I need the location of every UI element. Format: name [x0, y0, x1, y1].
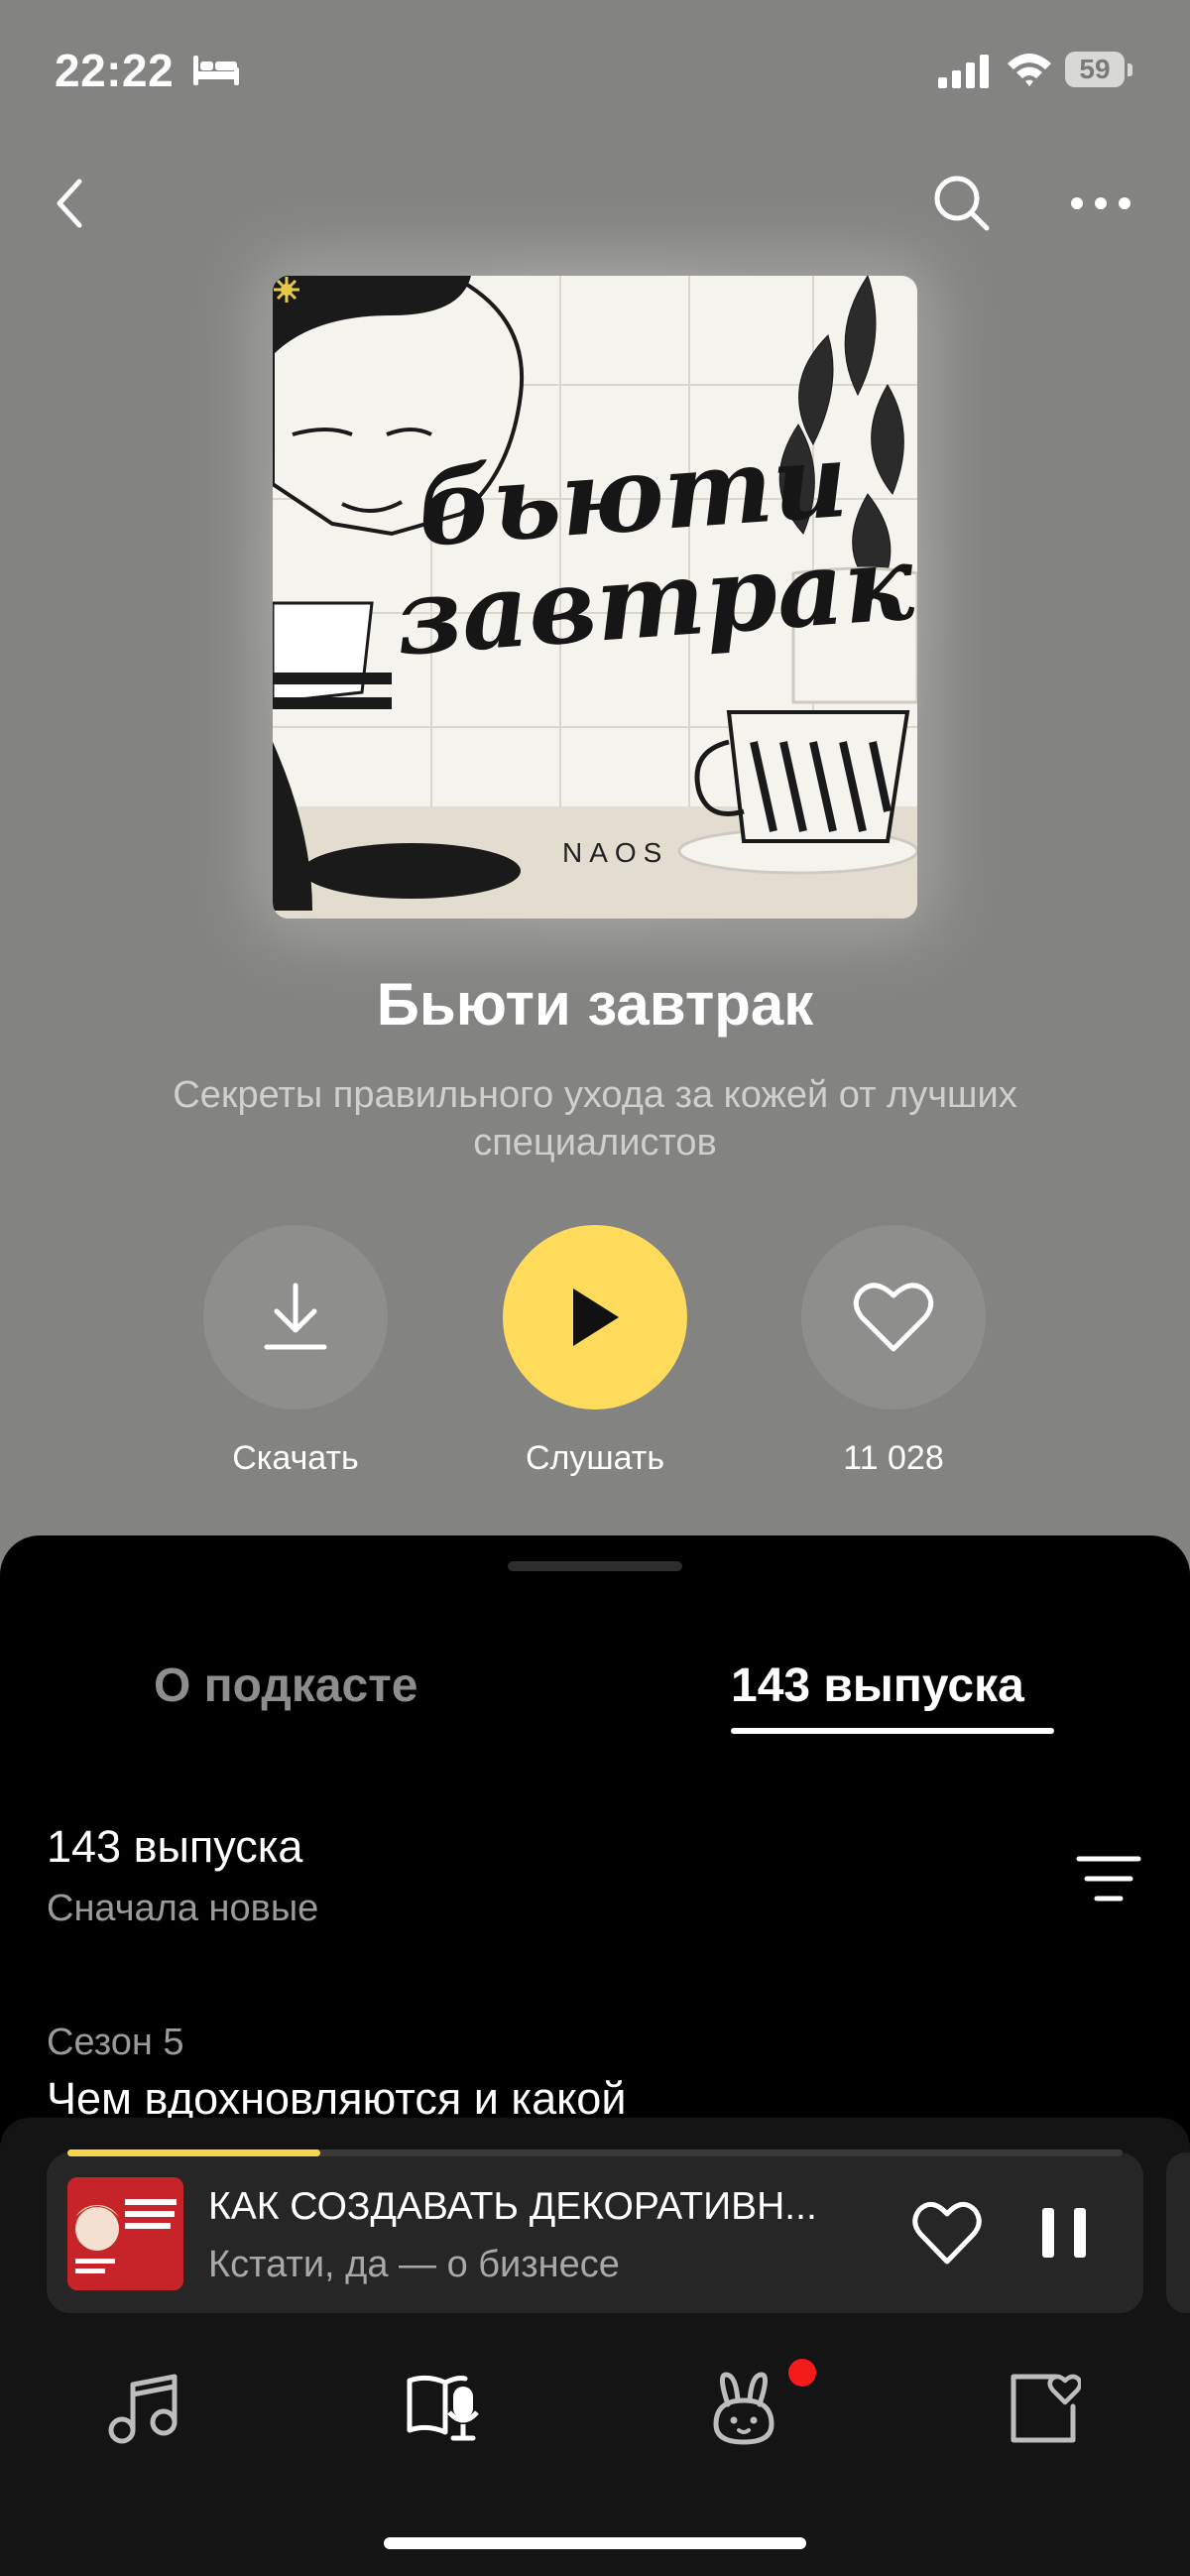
nav-kids[interactable] — [704, 2369, 783, 2448]
next-mini-player-peek[interactable] — [1166, 2152, 1190, 2313]
cellular-signal-icon — [938, 55, 989, 88]
battery-indicator: 59 — [1065, 52, 1136, 89]
pause-icon[interactable] — [1036, 2202, 1092, 2264]
cover-brand: NAOS — [562, 837, 669, 868]
mini-like-heart-icon[interactable] — [912, 2200, 982, 2266]
nav-collection[interactable] — [1004, 2369, 1083, 2448]
heart-outline-icon — [853, 1283, 934, 1352]
chevron-left-icon — [57, 179, 82, 228]
listen-button[interactable]: Слушать — [503, 1225, 687, 1478]
search-icon — [934, 176, 990, 231]
kids-bunny-icon — [713, 2372, 774, 2445]
listen-label: Слушать — [525, 1439, 665, 1477]
download-icon — [264, 1283, 327, 1350]
mini-player-progress — [67, 2149, 321, 2156]
podcast-cover: бьюти завтрак NAOS — [273, 276, 917, 919]
tab-episodes[interactable]: 143 выпуска — [731, 1658, 1024, 1713]
active-tab-indicator — [731, 1728, 1054, 1734]
status-bar: 22:22 59 — [0, 0, 1190, 139]
like-circle[interactable] — [801, 1225, 986, 1410]
more-options-button[interactable] — [1061, 164, 1140, 243]
sort-order[interactable]: Сначала новые — [47, 1888, 318, 1930]
wifi-icon — [1008, 54, 1051, 86]
podcast-title: Бьюти завтрак — [376, 971, 814, 1038]
sleep-mode-icon — [193, 56, 239, 85]
mini-cover-art — [67, 2177, 183, 2290]
download-label: Скачать — [232, 1439, 359, 1477]
listen-circle[interactable] — [503, 1225, 687, 1410]
collection-heart-icon — [1011, 2374, 1081, 2443]
tab-about-podcast[interactable]: О подкасте — [154, 1658, 417, 1713]
mini-player-subtitle: Кстати, да — о бизнесе — [208, 2244, 620, 2285]
status-time: 22:22 — [55, 45, 175, 96]
mini-player-title: КАК СОЗДАВАТЬ ДЕКОРАТИВН... — [208, 2185, 817, 2228]
play-icon — [573, 1288, 619, 1346]
podcast-description: Секреты правильного ухода за кожей от лу… — [173, 1074, 1017, 1164]
sheet-grabber[interactable] — [508, 1561, 682, 1571]
mini-player-cover — [67, 2177, 183, 2290]
nav-music[interactable] — [104, 2369, 183, 2448]
sort-filter-icon[interactable] — [1073, 1853, 1144, 1904]
download-button[interactable]: Скачать — [203, 1225, 388, 1478]
battery-level: 59 — [1065, 52, 1125, 87]
brand-logo-icon — [274, 277, 299, 303]
search-button[interactable] — [922, 164, 1002, 243]
home-indicator[interactable] — [384, 2537, 806, 2549]
battery-tip — [1128, 63, 1132, 76]
download-circle[interactable] — [203, 1225, 388, 1410]
likes-count: 11 028 — [843, 1439, 944, 1477]
notification-dot — [788, 2359, 816, 2387]
podcasts-book-icon — [407, 2375, 479, 2441]
like-button[interactable]: 11 028 — [801, 1225, 986, 1478]
music-note-icon — [108, 2374, 178, 2444]
nav-podcasts-books[interactable] — [405, 2369, 484, 2448]
more-dots-icon — [1071, 197, 1130, 209]
back-button[interactable] — [40, 164, 99, 243]
cover-title: бьюти завтрак — [392, 419, 917, 679]
episodes-count: 143 выпуска — [47, 1821, 303, 1872]
season-label: Сезон 5 — [47, 2022, 184, 2063]
